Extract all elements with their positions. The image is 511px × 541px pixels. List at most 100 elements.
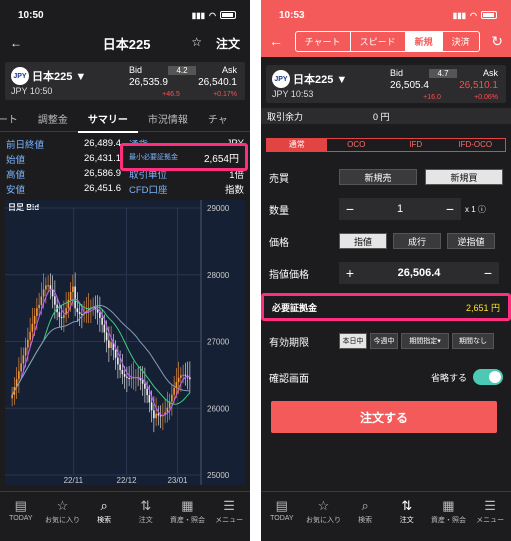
sell-button[interactable]: 新規売 xyxy=(339,169,417,185)
menu-icon: ☰ xyxy=(484,498,496,513)
plus-icon[interactable]: − xyxy=(439,201,461,217)
market-button[interactable]: 成行 xyxy=(393,233,441,249)
candle-body xyxy=(63,314,65,318)
low-value: 26,451.6 xyxy=(84,183,121,194)
order-button[interactable]: 注文 xyxy=(216,35,240,52)
clock: 10:50 xyxy=(18,9,44,21)
symbol-selector[interactable]: 日本225 ▼ xyxy=(32,68,86,84)
tab-summary[interactable]: サマリー xyxy=(77,104,138,133)
y-tick-label: 29000 xyxy=(207,204,230,213)
tab-menu[interactable]: ☰ メニュー xyxy=(470,498,510,525)
open-value: 26,431.1 xyxy=(84,153,121,164)
tab-chart-2[interactable]: チャ xyxy=(198,111,238,126)
buy-button[interactable]: 新規買 xyxy=(425,169,503,185)
menu-icon: ☰ xyxy=(223,498,235,513)
tab-chart[interactable]: チャート xyxy=(0,111,28,126)
seg-close[interactable]: 決済 xyxy=(443,32,479,51)
x-tick-label: 22/11 xyxy=(64,476,84,485)
ask-label: Ask xyxy=(221,65,237,75)
quote-panel: JPY 日本225 ▼ JPY 10:50 Bid 4.2 Ask 26,535.9 2… xyxy=(5,62,245,100)
seg-chart[interactable]: チャート xyxy=(296,31,351,51)
tab-today[interactable]: ▤ TODAY xyxy=(262,498,302,522)
limit-price-value[interactable]: 26,506.4 xyxy=(361,267,477,279)
candle-body xyxy=(42,289,45,297)
wifi-icon: ◠ xyxy=(470,10,477,20)
stop-button[interactable]: 逆指値 xyxy=(447,233,495,249)
expiry-week[interactable]: 今週中 xyxy=(370,333,398,349)
tab-order[interactable]: ⇅ 注文 xyxy=(387,498,427,525)
candle-body xyxy=(173,387,175,395)
y-tick-label: 25000 xyxy=(207,471,230,480)
expiry-today[interactable]: 本日中 xyxy=(339,333,367,349)
tab-favorites[interactable]: ☆ お気に入り xyxy=(303,498,343,525)
order-type-normal[interactable]: 通常 xyxy=(267,139,327,151)
tab-search[interactable]: ⌕ 検索 xyxy=(84,498,124,525)
back-arrow-icon[interactable]: ← xyxy=(10,36,22,50)
candle-body xyxy=(67,299,70,309)
change-percent: +0.06% xyxy=(474,93,498,101)
page-title: 日本225 xyxy=(102,36,151,52)
battery-icon xyxy=(220,11,236,19)
tab-order[interactable]: ⇅ 注文 xyxy=(126,498,166,525)
limit-button[interactable]: 指値 xyxy=(339,233,387,249)
tab-market-info[interactable]: 市況情報 xyxy=(138,111,198,126)
x-tick-label: 22/12 xyxy=(117,476,138,485)
order-type-ifd-oco[interactable]: IFD-OCO xyxy=(446,139,506,151)
candlestick-chart[interactable]: 日足 Bid 29000 28000 27000 26000 25000 22/11 22/… xyxy=(5,200,245,485)
minus-icon[interactable]: − xyxy=(339,201,361,217)
min-margin-highlight: 最小必要証拠金 2,654円 xyxy=(120,143,248,171)
seg-new[interactable]: 新規 xyxy=(405,31,443,51)
spread-badge: 4.7 xyxy=(429,68,457,78)
wifi-icon: ◠ xyxy=(209,10,216,20)
tab-search[interactable]: ⌕ 検索 xyxy=(345,498,385,525)
tab-favorites[interactable]: ☆ お気に入り xyxy=(42,498,82,525)
candle-body xyxy=(121,370,124,375)
minus-icon[interactable]: − xyxy=(477,265,499,281)
tab-assets[interactable]: ▦ 資産・照会 xyxy=(167,498,207,525)
bid-price: 26,505.4 xyxy=(390,79,429,91)
tab-adjustment[interactable]: 調整金 xyxy=(28,111,78,126)
favorite-star-icon[interactable]: ☆ xyxy=(191,35,202,52)
bid-price: 26,535.9 xyxy=(129,76,168,88)
change-value: +16.0 xyxy=(423,93,441,101)
plus-icon[interactable]: + xyxy=(339,265,361,281)
candle-body xyxy=(78,312,81,315)
favorites-icon: ☆ xyxy=(56,498,69,513)
y-tick-label: 28000 xyxy=(207,271,230,280)
skip-confirm-toggle[interactable] xyxy=(473,369,503,385)
bottom-tab-bar: ▤ TODAY ☆ お気に入り ⌕ 検索 ⇅ 注文 ▦ 資産・照会 ☰ メニュー xyxy=(261,491,511,541)
candle-body xyxy=(114,350,117,358)
candle-body xyxy=(24,347,27,356)
jp-flag-icon: JPY xyxy=(11,67,29,85)
right-screen: 10:53 ▮▮▮ ◠ ← チャート スピード 新規 決済 ↻ JPY 日本225 … xyxy=(261,0,511,541)
candle-body xyxy=(18,371,20,380)
expiry-none[interactable]: 期間なし xyxy=(452,333,494,349)
tab-assets[interactable]: ▦ 資産・照会 xyxy=(428,498,468,525)
quantity-value[interactable]: 1 xyxy=(361,203,439,215)
order-type-ifd[interactable]: IFD xyxy=(386,139,446,151)
tab-label: TODAY xyxy=(9,515,33,522)
tab-today[interactable]: ▤ TODAY xyxy=(1,498,41,522)
prev-close-value: 26,489.4 xyxy=(84,138,121,149)
submit-order-button[interactable]: 注文する xyxy=(271,401,497,433)
refresh-icon[interactable]: ↻ xyxy=(491,33,503,50)
nav-bar: ← 日本225 ☆ 注文 xyxy=(0,30,250,56)
required-margin-label: 必要証拠金 xyxy=(272,302,318,313)
signal-icon: ▮▮▮ xyxy=(452,10,467,20)
candle-body xyxy=(171,394,173,402)
side-label: 売買 xyxy=(269,173,289,185)
seg-speed[interactable]: スピード xyxy=(351,31,406,51)
tab-menu[interactable]: ☰ メニュー xyxy=(209,498,249,525)
candle-body xyxy=(117,357,119,365)
back-arrow-icon[interactable]: ← xyxy=(269,33,283,49)
expiry-period[interactable]: 期間指定▾ xyxy=(401,333,449,349)
candle-body xyxy=(76,308,79,313)
candle-body xyxy=(126,376,128,378)
candle-body xyxy=(20,363,22,372)
symbol-selector[interactable]: 日本225 ▼ xyxy=(293,71,347,87)
candle-body xyxy=(177,377,180,383)
order-type-oco[interactable]: OCO xyxy=(327,139,387,151)
candle-body xyxy=(157,413,160,416)
tab-label: 検索 xyxy=(97,517,112,524)
candle-body xyxy=(153,410,155,419)
